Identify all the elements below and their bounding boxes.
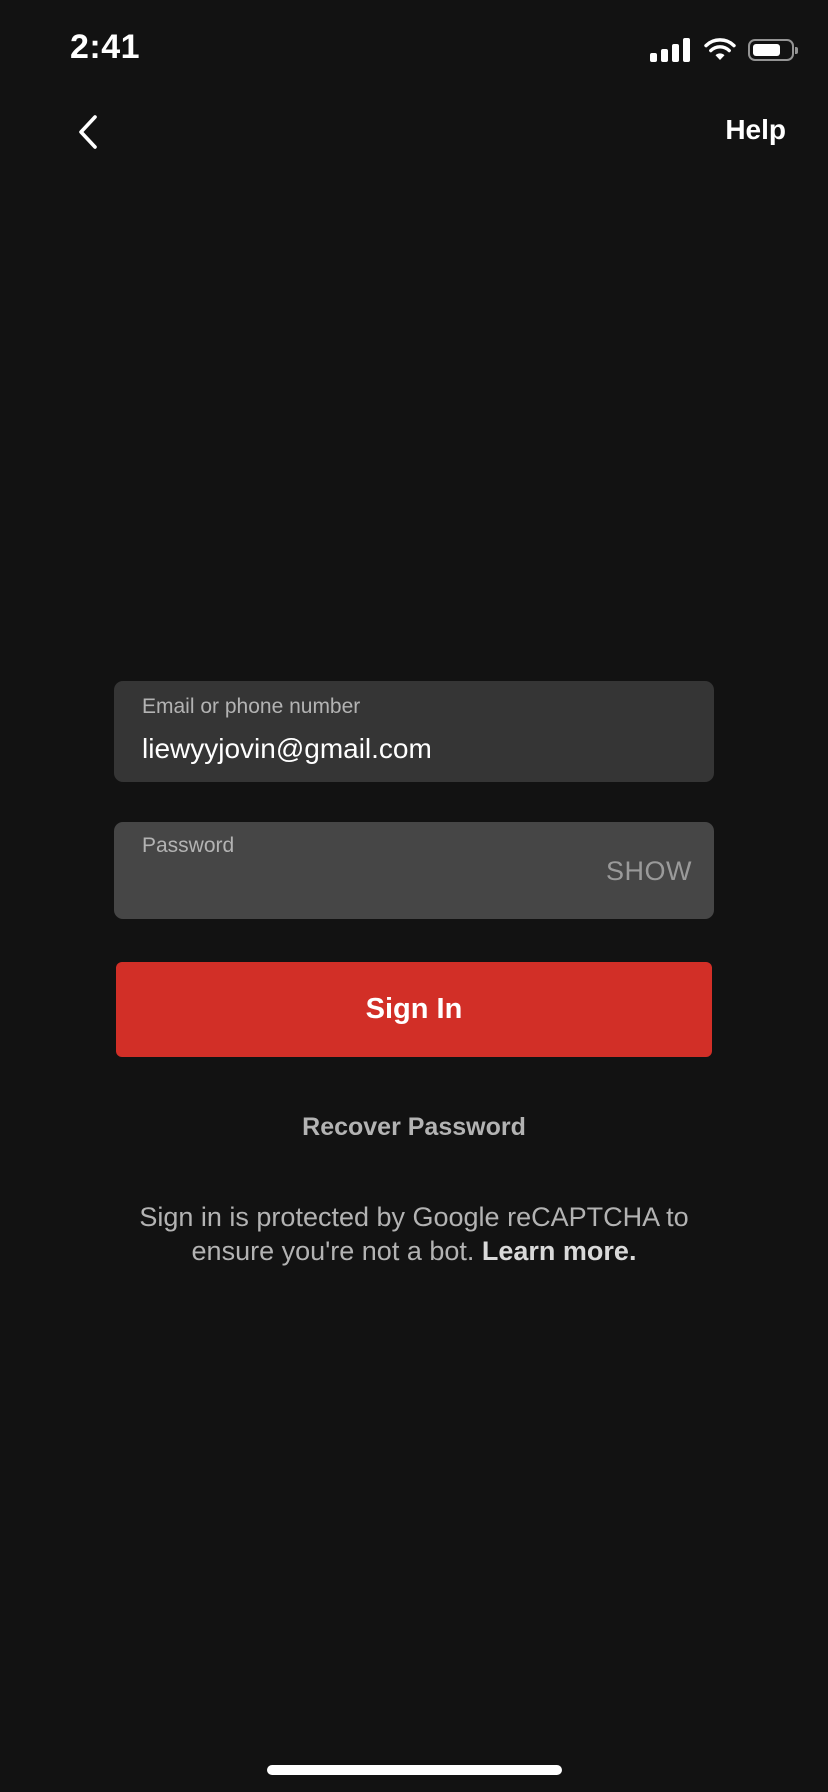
status-icons	[650, 36, 798, 64]
back-button[interactable]	[70, 108, 106, 156]
show-password-toggle[interactable]: SHOW	[606, 856, 692, 887]
battery-tip	[795, 47, 798, 54]
sign-in-button[interactable]: Sign In	[116, 962, 712, 1057]
password-field[interactable]: Password SHOW	[114, 822, 714, 919]
recaptcha-notice: Sign in is protected by Google reCAPTCHA…	[104, 1200, 724, 1268]
status-bar: 2:41	[0, 0, 828, 100]
battery-fill	[753, 44, 780, 56]
home-indicator[interactable]	[267, 1765, 562, 1775]
status-time: 2:41	[70, 28, 141, 66]
password-input[interactable]	[142, 868, 584, 900]
email-field[interactable]: Email or phone number	[114, 681, 714, 782]
email-field-label: Email or phone number	[142, 695, 361, 718]
wifi-icon	[704, 38, 736, 60]
battery-icon	[748, 39, 798, 61]
password-field-label: Password	[142, 834, 235, 857]
recover-password-link[interactable]: Recover Password	[0, 1113, 828, 1142]
chevron-left-icon	[79, 115, 97, 149]
cellular-signal-icon	[650, 38, 690, 62]
learn-more-link[interactable]: Learn more.	[482, 1236, 637, 1266]
help-link[interactable]: Help	[725, 114, 786, 146]
email-input[interactable]	[142, 733, 686, 765]
